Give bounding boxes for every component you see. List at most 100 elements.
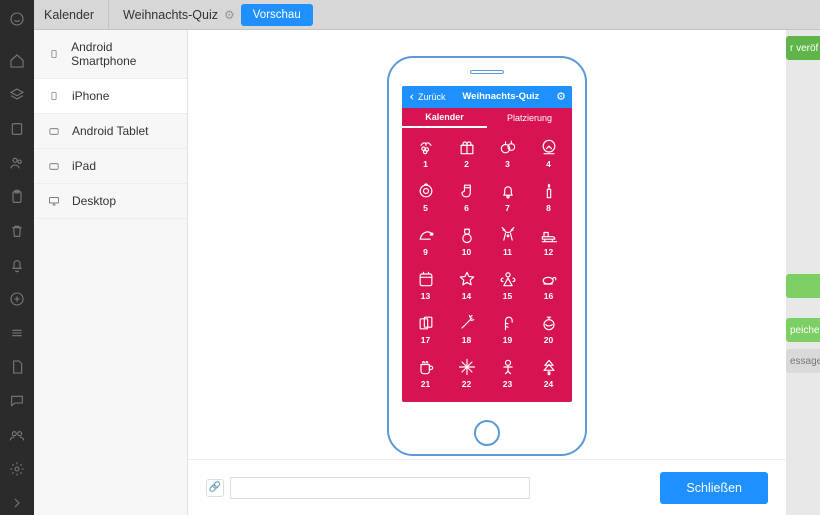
day-number: 5 [423,203,428,213]
calendar-day-1[interactable]: 1 [406,132,445,174]
calendar-day-9[interactable]: 9 [406,220,445,262]
clipboard-icon[interactable] [8,188,26,206]
chat-icon[interactable] [8,392,26,410]
device-label: iPhone [72,89,109,103]
candycane-icon [498,313,518,333]
back-button[interactable]: Zurück [408,92,446,102]
calendar-day-16[interactable]: 16 [529,264,568,306]
tab-calendar[interactable]: Kalender [402,108,487,128]
add-circle-icon[interactable] [8,290,26,308]
calendar-day-15[interactable]: 15 [488,264,527,306]
menu-icon[interactable] [8,324,26,342]
calendar-day-19[interactable]: 19 [488,308,527,350]
calendar-day-5[interactable]: 5 [406,176,445,218]
calendar-day-4[interactable]: 4 [529,132,568,174]
day-number: 11 [503,247,512,257]
group-icon[interactable] [8,426,26,444]
users-icon[interactable] [8,154,26,172]
calendar-day-14[interactable]: 14 [447,264,486,306]
status-chip-message[interactable]: essage [786,349,820,373]
day-number: 3 [505,159,510,169]
device-item-android-tablet[interactable]: Android Tablet [34,114,187,149]
app-settings-icon[interactable]: ⚙ [556,90,566,103]
phone-screen: Zurück Weihnachts-Quiz ⚙ Kalender Platzi… [402,86,572,402]
settings-icon[interactable] [8,460,26,478]
device-item-ipad[interactable]: iPad [34,149,187,184]
tablet-land-icon [46,160,62,172]
status-chip-save[interactable]: peiche [786,318,820,342]
day-number: 17 [421,335,430,345]
device-item-iphone[interactable]: iPhone [34,79,187,114]
app-logo-icon[interactable] [8,10,26,28]
chevron-right-icon[interactable] [8,494,26,512]
device-label: Desktop [72,194,116,208]
file-icon[interactable] [8,358,26,376]
calendar-day-23[interactable]: 23 [488,352,527,394]
cards-icon [416,313,436,333]
gingerman-icon [498,357,518,377]
status-chip-publish[interactable]: r veröf [786,36,820,60]
day-number: 20 [544,335,553,345]
device-item-desktop[interactable]: Desktop [34,184,187,219]
calendar-day-3[interactable]: 3 [488,132,527,174]
calendar-day-17[interactable]: 17 [406,308,445,350]
share-link-input[interactable] [230,477,530,499]
right-strip: r veröf peiche essage [786,0,820,515]
day-number: 10 [462,247,471,257]
calendar-day-13[interactable]: 13 [406,264,445,306]
app-tabs: Kalender Platzierung [402,108,572,128]
device-label: Android Tablet [72,124,149,138]
calendar-day-2[interactable]: 2 [447,132,486,174]
calendar-day-18[interactable]: 18 [447,308,486,350]
day-number: 22 [462,379,471,389]
status-chip-green2[interactable] [786,274,820,298]
bell-icon[interactable] [8,256,26,274]
day-number: 4 [546,159,551,169]
day-number: 21 [421,379,430,389]
smartphone-icon [46,48,61,60]
home-icon[interactable] [8,52,26,70]
smartphone-icon [46,90,62,102]
layers-icon[interactable] [8,86,26,104]
calendar-day-24[interactable]: 24 [529,352,568,394]
trash-icon[interactable] [8,222,26,240]
star-icon [457,269,477,289]
santa-hat-icon [416,225,436,245]
day-number: 2 [464,159,469,169]
page-title: Weihnachts-Quiz [123,8,218,22]
phone-frame: Zurück Weihnachts-Quiz ⚙ Kalender Platzi… [387,56,587,456]
sleigh-icon [539,225,559,245]
tab-ranking[interactable]: Platzierung [487,108,572,128]
day-number: 23 [503,379,512,389]
pages-icon[interactable] [8,120,26,138]
close-button[interactable]: Schließen [660,472,768,504]
calendar-day-6[interactable]: 6 [447,176,486,218]
reindeer-icon [498,225,518,245]
footer-bar: 🔗 Schließen [188,459,786,515]
calendar-day-7[interactable]: 7 [488,176,527,218]
title-gear-icon[interactable]: ⚙ [224,8,235,22]
sparkler-icon [457,313,477,333]
calendar-icon [416,269,436,289]
top-header: Kalender Weihnachts-Quiz ⚙ Vorschau [34,0,820,30]
angel-icon [498,269,518,289]
day-number: 18 [462,335,471,345]
calendar-day-8[interactable]: 8 [529,176,568,218]
link-icon[interactable]: 🔗 [206,479,224,497]
device-item-android-smartphone[interactable]: Android Smartphone [34,30,187,79]
calendar-day-20[interactable]: 20 [529,308,568,350]
calendar-day-22[interactable]: 22 [447,352,486,394]
calendar-day-11[interactable]: 11 [488,220,527,262]
day-number: 24 [544,379,553,389]
calendar-day-12[interactable]: 12 [529,220,568,262]
calendar-day-21[interactable]: 21 [406,352,445,394]
mug-icon [416,357,436,377]
header-divider [108,0,109,30]
back-label: Zurück [418,92,446,102]
stocking-icon [457,181,477,201]
day-number: 12 [544,247,553,257]
calendar-day-10[interactable]: 10 [447,220,486,262]
snowflake-icon [457,357,477,377]
preview-button[interactable]: Vorschau [241,4,313,26]
turkey-icon [539,269,559,289]
